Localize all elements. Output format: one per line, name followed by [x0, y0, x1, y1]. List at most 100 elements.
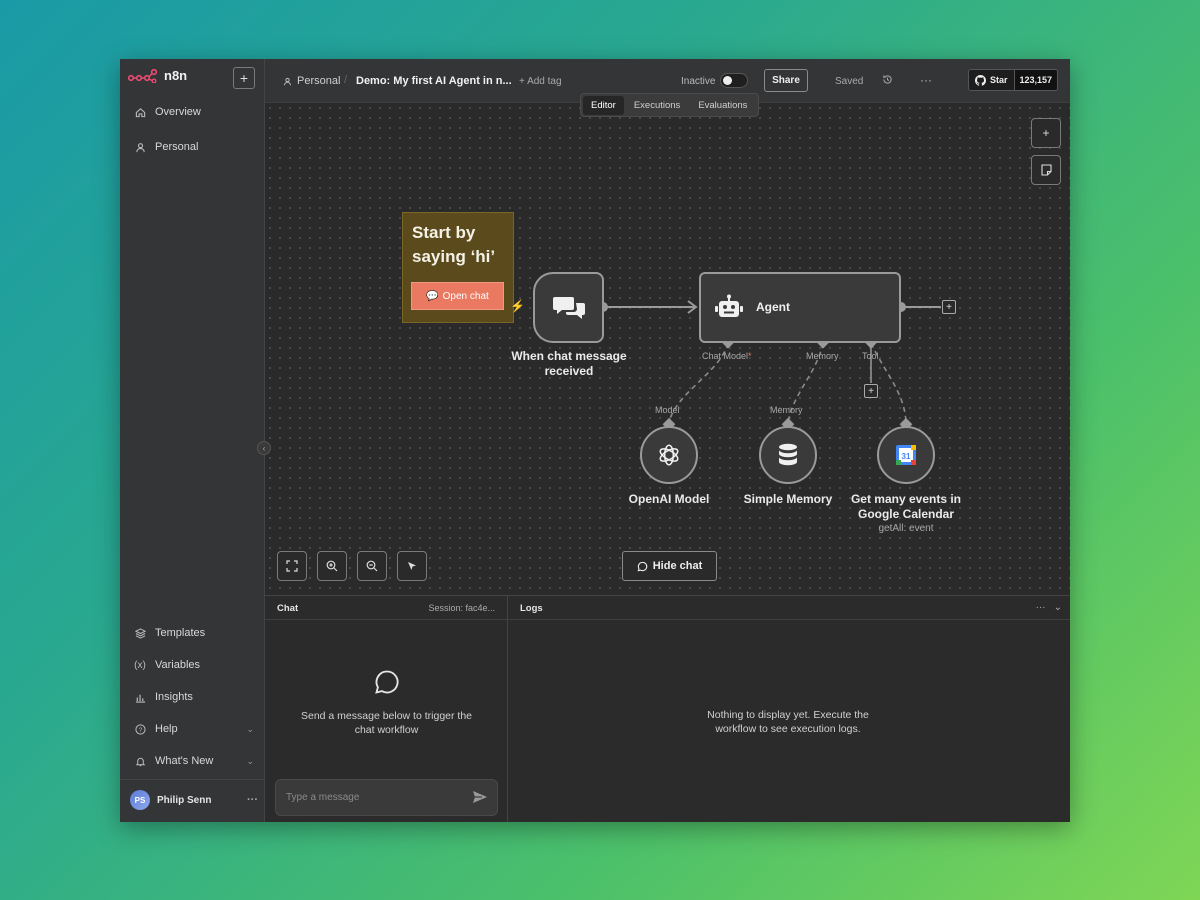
fit-view-icon — [286, 560, 298, 572]
sidebar-divider — [120, 779, 265, 780]
more-options-icon[interactable]: ··· — [247, 794, 258, 806]
memory-connector-label: Memory — [806, 351, 839, 361]
sidebar-item-overview[interactable]: Overview — [134, 106, 254, 118]
sidebar-item-templates[interactable]: Templates — [134, 627, 254, 639]
chat-bubble-icon: 💬 — [426, 290, 439, 302]
chat-bubble-icon — [637, 561, 648, 571]
variables-icon: (x) — [134, 659, 146, 671]
session-id[interactable]: Session: fac4e... — [428, 603, 495, 613]
chevron-down-icon: ⌄ — [246, 755, 254, 766]
chat-bubble-icon — [374, 670, 398, 694]
logs-empty-text: Nothing to display yet. Execute the work… — [707, 709, 869, 735]
memory-port-label: Memory — [770, 405, 803, 415]
message-input-placeholder: Type a message — [286, 792, 360, 803]
chat-empty-text: Send a message below to trigger the chat… — [300, 710, 473, 736]
svg-text:31: 31 — [902, 452, 911, 461]
agent-title: Agent — [756, 300, 790, 314]
github-icon — [975, 74, 986, 86]
sidebar-item-label: Insights — [155, 691, 193, 703]
breadcrumb-project[interactable]: Personal — [283, 75, 340, 87]
sidebar-item-insights[interactable]: Insights — [134, 691, 254, 703]
sticky-note-text: Start by saying ‘hi’ — [412, 223, 496, 266]
model-port-label: Model — [655, 405, 680, 415]
tab-executions[interactable]: Executions — [626, 96, 688, 115]
hide-chat-button[interactable]: Hide chat — [622, 551, 717, 581]
zoom-out-button[interactable] — [357, 551, 387, 581]
user-menu[interactable]: PS Philip Senn ··· — [130, 790, 258, 810]
add-tag-link[interactable]: + Add tag — [519, 76, 562, 87]
sidebar-collapse-button[interactable]: ‹ — [257, 441, 271, 455]
avatar: PS — [130, 790, 150, 810]
home-icon — [134, 106, 146, 118]
active-toggle[interactable] — [720, 73, 748, 88]
chat-model-connector-label: Chat Model* — [702, 351, 752, 361]
add-next-node-button[interactable]: + — [942, 300, 956, 314]
help-icon: ? — [134, 723, 146, 735]
openai-icon — [659, 444, 679, 466]
sidebar-item-help[interactable]: ? Help ⌄ — [134, 723, 254, 735]
chevron-down-icon[interactable]: ⌄ — [1054, 602, 1062, 613]
more-options-icon[interactable]: ··· — [920, 73, 932, 87]
sidebar-item-label: Templates — [155, 627, 206, 639]
chat-bubbles-icon — [552, 296, 585, 319]
sidebar-item-label: Overview — [155, 106, 201, 118]
logs-controls: ··· ⌄ — [1036, 602, 1062, 613]
sidebar-item-whats-new[interactable]: What's New ⌄ — [134, 755, 254, 767]
google-calendar-label: Get many events in Google Calendar — [850, 492, 962, 521]
simple-memory-label: Simple Memory — [743, 492, 833, 506]
chat-empty-state: Send a message below to trigger the chat… — [265, 668, 508, 737]
user-icon — [284, 77, 291, 85]
chat-panel-title: Chat — [277, 603, 299, 614]
sidebar-item-label: Personal — [155, 141, 199, 153]
github-star: Star — [969, 70, 1014, 90]
google-calendar-subtitle: getAll: event — [878, 523, 934, 534]
github-star-button[interactable]: Star 123,157 — [968, 69, 1058, 91]
sticky-note[interactable]: Start by saying ‘hi’ 💬 Open chat — [402, 212, 514, 323]
open-chat-button[interactable]: 💬 Open chat — [411, 282, 504, 310]
fit-view-button[interactable] — [277, 551, 307, 581]
chat-trigger-node[interactable] — [533, 272, 604, 343]
chat-trigger-label: When chat message received — [511, 349, 627, 378]
view-tabs: Editor Executions Evaluations — [580, 93, 759, 117]
logs-panel-header: Logs ··· ⌄ — [508, 596, 1070, 620]
workflow-canvas[interactable]: + Start by saying ‘hi’ 💬 Open chat ⚡ Whe… — [265, 103, 1070, 595]
insights-icon — [134, 691, 146, 703]
sidebar-item-label: What's New — [155, 755, 214, 767]
user-icon — [134, 141, 146, 153]
zoom-in-icon — [326, 560, 338, 572]
tab-evaluations[interactable]: Evaluations — [690, 96, 755, 115]
openai-model-label: OpenAI Model — [628, 492, 710, 506]
github-star-count: 123,157 — [1013, 70, 1057, 90]
workflow-name[interactable]: Demo: My first AI Agent in n... — [356, 75, 512, 87]
tab-editor[interactable]: Editor — [583, 95, 624, 115]
simple-memory-node[interactable] — [759, 426, 817, 484]
share-button[interactable]: Share — [764, 69, 808, 92]
templates-icon — [134, 627, 146, 639]
google-calendar-icon: 31 — [896, 445, 916, 465]
sidebar-item-personal[interactable]: Personal — [134, 141, 254, 153]
openai-model-node[interactable] — [640, 426, 698, 484]
zoom-in-button[interactable] — [317, 551, 347, 581]
svg-text:?: ? — [138, 726, 142, 733]
tool-connector-label: Tool — [862, 351, 879, 361]
n8n-logo[interactable]: n8n — [128, 68, 187, 83]
message-input[interactable]: Type a message — [275, 779, 498, 816]
database-icon — [779, 443, 797, 466]
sidebar-item-label: Variables — [155, 659, 201, 671]
chat-panel: Chat Session: fac4e... Send a message be… — [265, 595, 508, 822]
sidebar-item-variables[interactable]: (x) Variables — [134, 659, 254, 671]
chevron-down-icon: ⌄ — [246, 723, 254, 734]
breadcrumb-project-label: Personal — [297, 75, 341, 87]
more-options-icon[interactable]: ··· — [1036, 602, 1046, 613]
create-button[interactable]: + — [233, 67, 255, 89]
add-tool-button[interactable]: + — [864, 384, 878, 398]
bell-icon — [134, 755, 146, 767]
tidy-up-button[interactable] — [397, 551, 427, 581]
open-chat-label: Open chat — [442, 290, 489, 302]
agent-node[interactable]: Agent — [699, 272, 901, 343]
sidebar-item-label: Help — [155, 723, 178, 735]
history-icon[interactable] — [882, 74, 893, 88]
active-status-label: Inactive — [681, 76, 716, 87]
google-calendar-node[interactable]: 31 — [877, 426, 935, 484]
send-icon[interactable] — [472, 790, 488, 807]
